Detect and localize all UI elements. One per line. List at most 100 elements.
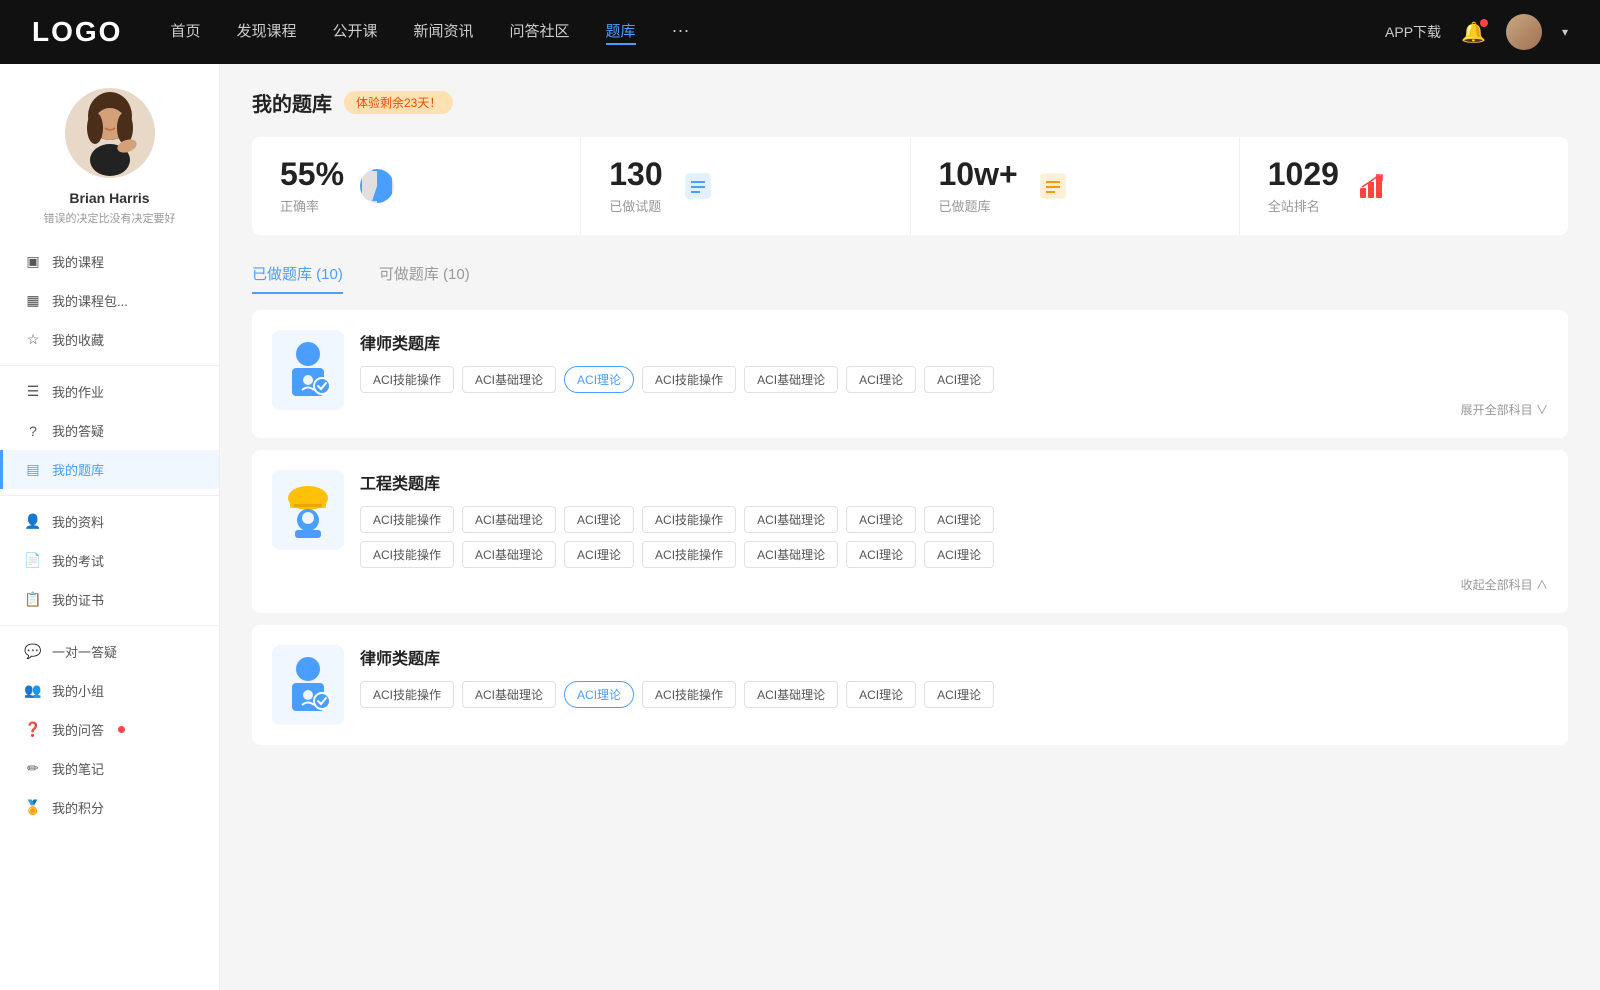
sidebar-item-label: 我的作业 <box>52 382 104 401</box>
tabs-row: 已做题库 (10) 可做题库 (10) <box>252 255 1568 294</box>
category-section-engineer: 工程类题库 ACI技能操作 ACI基础理论 ACI理论 ACI技能操作 ACI基… <box>252 450 1568 613</box>
tags-row-engineer-2: ACI技能操作 ACI基础理论 ACI理论 ACI技能操作 ACI基础理论 AC… <box>360 541 1548 568</box>
tag-eng-0[interactable]: ACI技能操作 <box>360 506 454 533</box>
chevron-down-icon[interactable]: ▾ <box>1562 25 1568 39</box>
tag-eng-11[interactable]: ACI基础理论 <box>744 541 838 568</box>
done-banks-icon <box>1034 167 1072 205</box>
sidebar-item-points[interactable]: 🏅 我的积分 <box>0 788 219 827</box>
tag-lawyer-2-0[interactable]: ACI技能操作 <box>360 681 454 708</box>
lawyer-icon-2 <box>282 655 334 715</box>
notification-bell-icon[interactable]: 🔔 <box>1461 20 1486 45</box>
sidebar-item-my-qa[interactable]: ❓ 我的问答 <box>0 710 219 749</box>
groups-icon: 👥 <box>24 682 42 699</box>
sidebar-item-label: 一对一答疑 <box>52 642 117 661</box>
app-download-button[interactable]: APP下载 <box>1385 22 1441 42</box>
tag-eng-1[interactable]: ACI基础理论 <box>462 506 556 533</box>
nav-news[interactable]: 新闻资讯 <box>414 20 474 45</box>
certificates-icon: 📋 <box>24 591 42 608</box>
sidebar-item-one-on-one[interactable]: 💬 一对一答疑 <box>0 632 219 671</box>
sidebar-item-label: 我的问答 <box>52 720 104 739</box>
tag-lawyer-2-1[interactable]: ACI基础理论 <box>462 681 556 708</box>
sidebar-item-label: 我的题库 <box>52 460 104 479</box>
sidebar-menu: ▣ 我的课程 ▦ 我的课程包... ☆ 我的收藏 ☰ 我的作业 ? 我的答疑 ▤ <box>0 242 219 827</box>
questions-icon: ? <box>24 423 42 439</box>
one-on-one-icon: 💬 <box>24 643 42 660</box>
nav-open-course[interactable]: 公开课 <box>332 20 377 45</box>
sidebar-item-quiz-bank[interactable]: ▤ 我的题库 <box>0 450 219 489</box>
sidebar-item-exams[interactable]: 📄 我的考试 <box>0 541 219 580</box>
tag-lawyer-1-4[interactable]: ACI基础理论 <box>744 366 838 393</box>
stat-done-banks-main: 10w+ 已做题库 <box>939 157 1018 215</box>
content-area: 我的题库 体验剩余23天！ 55% 正确率 130 已做试题 <box>220 64 1600 990</box>
sidebar-item-notes[interactable]: ✏ 我的笔记 <box>0 749 219 788</box>
sidebar-item-homework[interactable]: ☰ 我的作业 <box>0 372 219 411</box>
tag-eng-6[interactable]: ACI理论 <box>924 506 994 533</box>
category-title-engineer: 工程类题库 <box>360 470 1548 494</box>
tag-eng-4[interactable]: ACI基础理论 <box>744 506 838 533</box>
tag-eng-9[interactable]: ACI理论 <box>564 541 634 568</box>
nav-right: APP下载 🔔 ▾ <box>1385 14 1568 50</box>
sidebar-divider-1 <box>0 365 219 366</box>
tab-available-banks[interactable]: 可做题库 (10) <box>379 255 470 294</box>
tag-lawyer-1-0[interactable]: ACI技能操作 <box>360 366 454 393</box>
tag-eng-8[interactable]: ACI基础理论 <box>462 541 556 568</box>
user-motto: 错误的决定比没有决定要好 <box>28 210 192 226</box>
tag-lawyer-2-3[interactable]: ACI技能操作 <box>642 681 736 708</box>
nav-links: 首页 发现课程 公开课 新闻资讯 问答社区 题库 ··· <box>170 20 1385 45</box>
quiz-bank-icon: ▤ <box>24 461 42 478</box>
sidebar-item-my-courses[interactable]: ▣ 我的课程 <box>0 242 219 281</box>
nav-home[interactable]: 首页 <box>170 20 200 45</box>
tag-eng-12[interactable]: ACI理论 <box>846 541 916 568</box>
tab-done-banks[interactable]: 已做题库 (10) <box>252 255 343 294</box>
stat-done-banks: 10w+ 已做题库 <box>911 137 1240 235</box>
tag-eng-3[interactable]: ACI技能操作 <box>642 506 736 533</box>
tag-lawyer-1-5[interactable]: ACI理论 <box>846 366 916 393</box>
avatar[interactable] <box>1506 14 1542 50</box>
tag-eng-7[interactable]: ACI技能操作 <box>360 541 454 568</box>
sidebar-divider-2 <box>0 495 219 496</box>
tags-row-lawyer-1: ACI技能操作 ACI基础理论 ACI理论 ACI技能操作 ACI基础理论 AC… <box>360 366 1548 393</box>
sidebar-item-groups[interactable]: 👥 我的小组 <box>0 671 219 710</box>
tag-eng-2[interactable]: ACI理论 <box>564 506 634 533</box>
tag-lawyer-1-1[interactable]: ACI基础理论 <box>462 366 556 393</box>
stat-accuracy-value: 55% <box>280 157 344 192</box>
sidebar-item-certificates[interactable]: 📋 我的证书 <box>0 580 219 619</box>
tag-lawyer-2-2[interactable]: ACI理论 <box>564 681 634 708</box>
tag-lawyer-2-4[interactable]: ACI基础理论 <box>744 681 838 708</box>
sidebar-item-label: 我的资料 <box>52 512 104 531</box>
sidebar-item-questions[interactable]: ? 我的答疑 <box>0 411 219 450</box>
sidebar-item-favorites[interactable]: ☆ 我的收藏 <box>0 320 219 359</box>
expand-link-lawyer-1[interactable]: 展开全部科目 ∨ <box>360 401 1548 418</box>
tag-lawyer-1-2[interactable]: ACI理论 <box>564 366 634 393</box>
stat-accuracy-label: 正确率 <box>280 196 344 215</box>
sidebar-item-course-packages[interactable]: ▦ 我的课程包... <box>0 281 219 320</box>
tags-row-engineer-1: ACI技能操作 ACI基础理论 ACI理论 ACI技能操作 ACI基础理论 AC… <box>360 506 1548 533</box>
tag-lawyer-2-5[interactable]: ACI理论 <box>846 681 916 708</box>
category-section-lawyer-1: 律师类题库 ACI技能操作 ACI基础理论 ACI理论 ACI技能操作 ACI基… <box>252 310 1568 438</box>
nav-quiz[interactable]: 题库 <box>606 20 636 45</box>
sidebar-item-profile[interactable]: 👤 我的资料 <box>0 502 219 541</box>
course-packages-icon: ▦ <box>24 292 42 309</box>
tag-eng-5[interactable]: ACI理论 <box>846 506 916 533</box>
stat-done-questions-label: 已做试题 <box>609 196 662 215</box>
nav-more[interactable]: ··· <box>672 20 690 45</box>
collapse-link-engineer[interactable]: 收起全部科目 ∧ <box>360 576 1548 593</box>
exams-icon: 📄 <box>24 552 42 569</box>
page-title: 我的题库 <box>252 88 332 117</box>
nav-qa[interactable]: 问答社区 <box>510 20 570 45</box>
avatar-image <box>1506 14 1542 50</box>
sidebar-item-label: 我的考试 <box>52 551 104 570</box>
sidebar-item-label: 我的课程包... <box>52 291 128 310</box>
category-icon-engineer <box>272 470 344 550</box>
tag-eng-13[interactable]: ACI理论 <box>924 541 994 568</box>
tag-eng-10[interactable]: ACI技能操作 <box>642 541 736 568</box>
sidebar-item-label: 我的答疑 <box>52 421 104 440</box>
tag-lawyer-2-6[interactable]: ACI理论 <box>924 681 994 708</box>
stat-done-banks-label: 已做题库 <box>939 196 1018 215</box>
stat-rank-label: 全站排名 <box>1268 196 1339 215</box>
nav-discover[interactable]: 发现课程 <box>236 20 296 45</box>
tag-lawyer-1-6[interactable]: ACI理论 <box>924 366 994 393</box>
tag-lawyer-1-3[interactable]: ACI技能操作 <box>642 366 736 393</box>
sidebar-item-label: 我的证书 <box>52 590 104 609</box>
sidebar-item-label: 我的积分 <box>52 798 104 817</box>
